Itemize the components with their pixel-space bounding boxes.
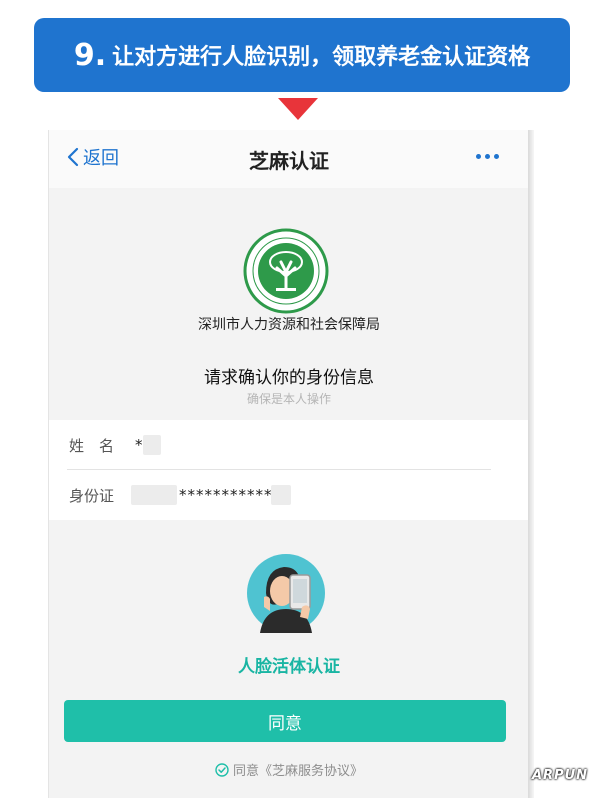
check-circle-icon[interactable] xyxy=(215,762,229,777)
id-value: *********** xyxy=(179,486,273,504)
down-arrow-icon xyxy=(278,98,318,120)
confirm-title: 请求确认你的身份信息 xyxy=(204,368,374,388)
id-label: 身份证 xyxy=(69,486,115,505)
agree-button[interactable]: 同意 xyxy=(64,700,506,742)
id-redaction-start xyxy=(131,485,177,505)
id-row: 身份证 *********** xyxy=(49,470,529,520)
step-text: 让对方进行人脸识别，领取养老金认证资格 xyxy=(112,45,531,70)
watermark: ARPUN xyxy=(532,768,589,783)
name-label: 姓 名 xyxy=(69,436,115,455)
phone-screen: 返回 芝麻认证 深圳市人力资源和社会保障局 请求确认你的身份信息 确保是本人操作… xyxy=(48,130,530,798)
step-banner: 9. 让对方进行人脸识别，领取养老金认证资格 xyxy=(34,18,570,92)
step-number: 9. xyxy=(73,37,107,73)
org-name: 深圳市人力资源和社会保障局 xyxy=(198,317,380,333)
identity-card: 姓 名 * 身份证 *********** xyxy=(49,420,529,520)
face-verification-illustration xyxy=(247,554,325,633)
more-icon[interactable] xyxy=(474,144,501,163)
name-row: 姓 名 * xyxy=(49,420,529,470)
face-verification-title: 人脸活体认证 xyxy=(238,657,340,677)
name-redaction xyxy=(143,435,161,455)
navbar: 返回 芝麻认证 xyxy=(49,130,529,188)
org-logo xyxy=(243,228,329,314)
agreement-text: 同意《芝麻服务协议》 xyxy=(232,764,363,779)
page-title: 芝麻认证 xyxy=(249,149,329,173)
confirm-subtitle: 确保是本人操作 xyxy=(246,392,331,406)
agreement-link[interactable]: 同意《芝麻服务协议》 xyxy=(49,760,529,779)
phone-edge xyxy=(528,130,534,798)
id-redaction-end xyxy=(271,485,291,505)
